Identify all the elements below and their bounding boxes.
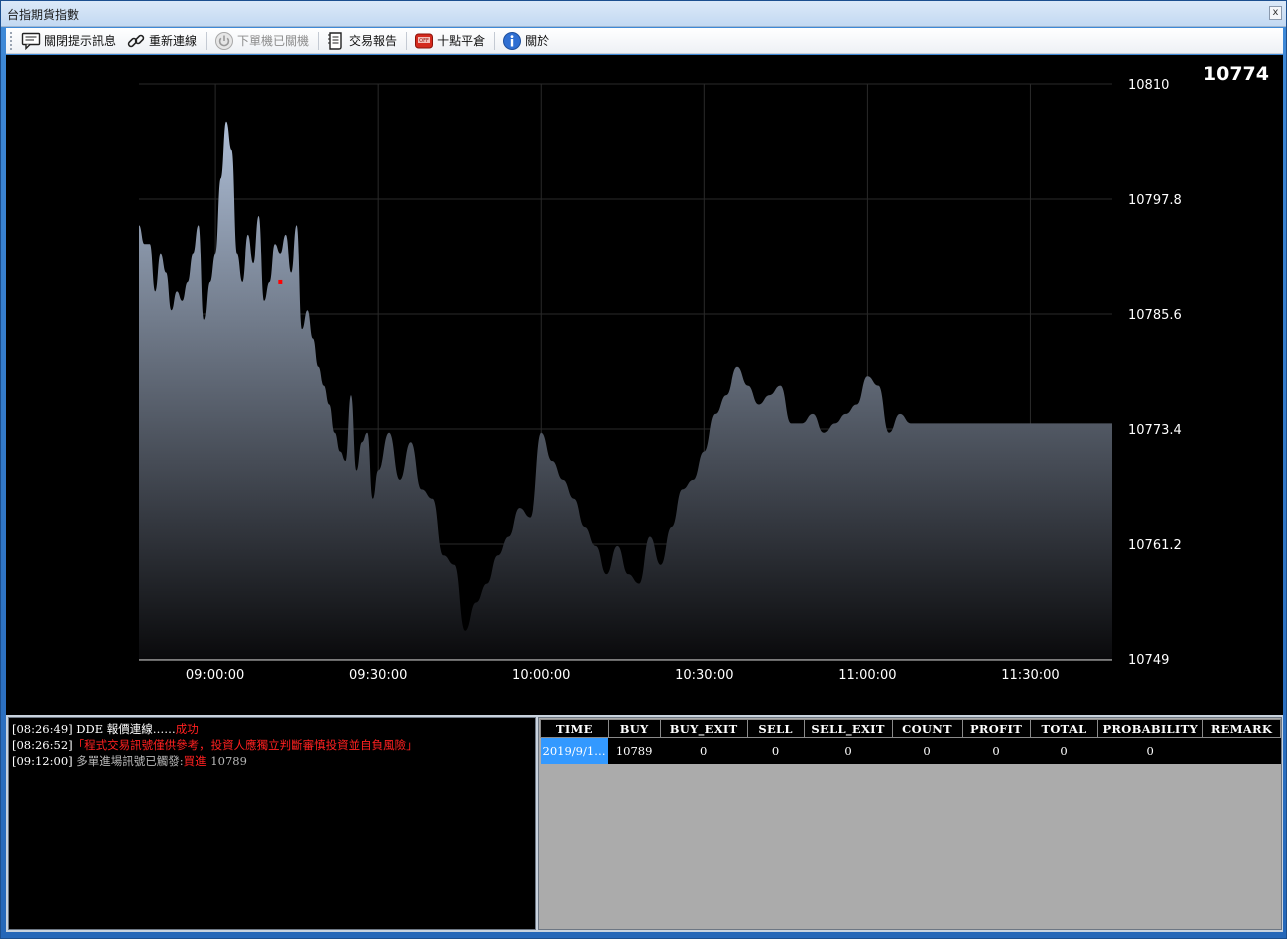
log-time: [08:26:52]	[12, 738, 73, 752]
power-icon	[214, 31, 234, 51]
y-tick-label: 10761.2	[1128, 538, 1182, 553]
report-icon	[326, 31, 346, 51]
y-tick-label: 10749	[1128, 653, 1169, 668]
svg-text:OFF: OFF	[419, 38, 429, 44]
link-icon	[126, 31, 146, 51]
about-label: 關於	[525, 34, 550, 48]
log-highlight: 成功	[175, 722, 199, 736]
trade-report-label: 交易報告	[349, 34, 398, 48]
log-line: [08:26:49] DDE 報價連線……成功	[12, 721, 532, 737]
about-button[interactable]: 關於	[498, 30, 553, 52]
close-message-label: 關閉提示訊息	[44, 34, 117, 48]
cell-count[interactable]: 0	[892, 737, 963, 764]
y-tick-label: 10810	[1128, 78, 1169, 93]
log-extra: 10789	[206, 754, 247, 768]
column-header-buy[interactable]: BUY	[607, 719, 661, 738]
y-tick-label: 10797.8	[1128, 193, 1182, 208]
info-icon	[502, 31, 522, 51]
x-tick-label: 11:30:00	[1001, 668, 1059, 683]
cell-probability[interactable]: 0	[1097, 737, 1203, 764]
cell-sell[interactable]: 0	[747, 737, 805, 764]
order-machine-off-label: 下單機已關機	[237, 34, 310, 48]
window-title: 台指期貨指數	[7, 8, 80, 22]
order-machine-off-button[interactable]: 下單機已關機	[210, 30, 313, 52]
ten-oclock-close-button[interactable]: OFF 十點平倉	[410, 30, 489, 52]
x-tick-label: 09:00:00	[186, 668, 244, 683]
message-icon	[21, 31, 41, 51]
log-time: [09:12:00]	[12, 754, 73, 768]
x-tick-label: 09:30:00	[349, 668, 407, 683]
toolbar-separator	[318, 31, 320, 50]
title-bar: 台指期貨指數 x	[1, 1, 1286, 27]
close-button[interactable]: x	[1269, 6, 1282, 20]
reconnect-button[interactable]: 重新連線	[122, 30, 201, 52]
close-message-button[interactable]: 關閉提示訊息	[17, 30, 120, 52]
cell-total[interactable]: 0	[1030, 737, 1099, 764]
exit-icon: OFF	[414, 31, 434, 51]
trade-table: TIME BUY BUY_EXIT SELL SELL_EXIT COUNT P…	[540, 719, 1282, 764]
cell-buy-exit[interactable]: 0	[660, 737, 748, 764]
column-header-profit[interactable]: PROFIT	[961, 719, 1031, 738]
column-header-buy-exit[interactable]: BUY_EXIT	[659, 719, 748, 738]
toolbar-separator	[494, 31, 496, 50]
table-row[interactable]: 2019/9/1… 10789 0 0 0 0 0 0 0	[540, 737, 1282, 764]
cell-profit[interactable]: 0	[962, 737, 1031, 764]
column-header-total[interactable]: TOTAL	[1029, 719, 1099, 738]
x-tick-label: 11:00:00	[838, 668, 896, 683]
main-window: 台指期貨指數 x 關閉提示訊息 重新連線 下單機已關機 交易報告 OFF 十點平…	[0, 0, 1287, 939]
cell-remark[interactable]	[1202, 737, 1282, 764]
log-time: [08:26:49]	[12, 722, 73, 736]
reconnect-label: 重新連線	[149, 34, 198, 48]
trade-grid[interactable]: TIME BUY BUY_EXIT SELL SELL_EXIT COUNT P…	[538, 717, 1282, 930]
ten-oclock-close-label: 十點平倉	[437, 34, 486, 48]
cell-time[interactable]: 2019/9/1…	[540, 737, 609, 764]
y-tick-label: 10773.4	[1128, 423, 1182, 438]
column-header-probability[interactable]: PROBABILITY	[1097, 719, 1203, 738]
column-header-time[interactable]: TIME	[540, 719, 609, 738]
log-line: [09:12:00] 多單進場訊號已觸發:買進 10789	[12, 753, 532, 769]
log-highlight: 「程式交易訊號僅供參考，投資人應獨立判斷審慎投資並自負風險」	[72, 738, 418, 752]
bottom-panels: [08:26:49] DDE 報價連線……成功 [08:26:52]「程式交易訊…	[6, 715, 1283, 932]
log-text: 多單進場訊號已觸發:	[72, 754, 184, 768]
toolbar-separator	[406, 31, 408, 50]
toolbar-grip[interactable]	[10, 31, 13, 50]
log-text: DDE 報價連線……	[72, 722, 176, 736]
log-line: [08:26:52]「程式交易訊號僅供參考，投資人應獨立判斷審慎投資並自負風險」	[12, 737, 532, 753]
price-chart[interactable]: 10810 10797.8 10785.6 10773.4 10761.2 10749 0…	[6, 55, 1283, 715]
cell-sell-exit[interactable]: 0	[804, 737, 893, 764]
entry-signal-marker	[278, 279, 283, 284]
message-log[interactable]: [08:26:49] DDE 報價連線……成功 [08:26:52]「程式交易訊…	[8, 717, 536, 930]
toolbar: 關閉提示訊息 重新連線 下單機已關機 交易報告 OFF 十點平倉 關於	[6, 28, 1283, 54]
column-header-sell-exit[interactable]: SELL_EXIT	[803, 719, 893, 738]
y-tick-label: 10785.6	[1128, 308, 1182, 323]
cell-buy[interactable]: 10789	[608, 737, 661, 764]
log-highlight: 買進	[183, 754, 207, 768]
price-area-series	[139, 121, 1112, 660]
chart-svg: 10810 10797.8 10785.6 10773.4 10761.2 10749 0…	[139, 63, 1269, 683]
column-header-count[interactable]: COUNT	[891, 719, 963, 738]
trade-report-button[interactable]: 交易報告	[322, 30, 401, 52]
column-header-sell[interactable]: SELL	[746, 719, 805, 738]
column-header-remark[interactable]: REMARK	[1201, 719, 1282, 738]
toolbar-separator	[206, 31, 208, 50]
table-header-row: TIME BUY BUY_EXIT SELL SELL_EXIT COUNT P…	[540, 719, 1282, 738]
x-tick-label: 10:30:00	[675, 668, 733, 683]
x-tick-label: 10:00:00	[512, 668, 570, 683]
current-price-label: 10774	[1203, 63, 1269, 85]
